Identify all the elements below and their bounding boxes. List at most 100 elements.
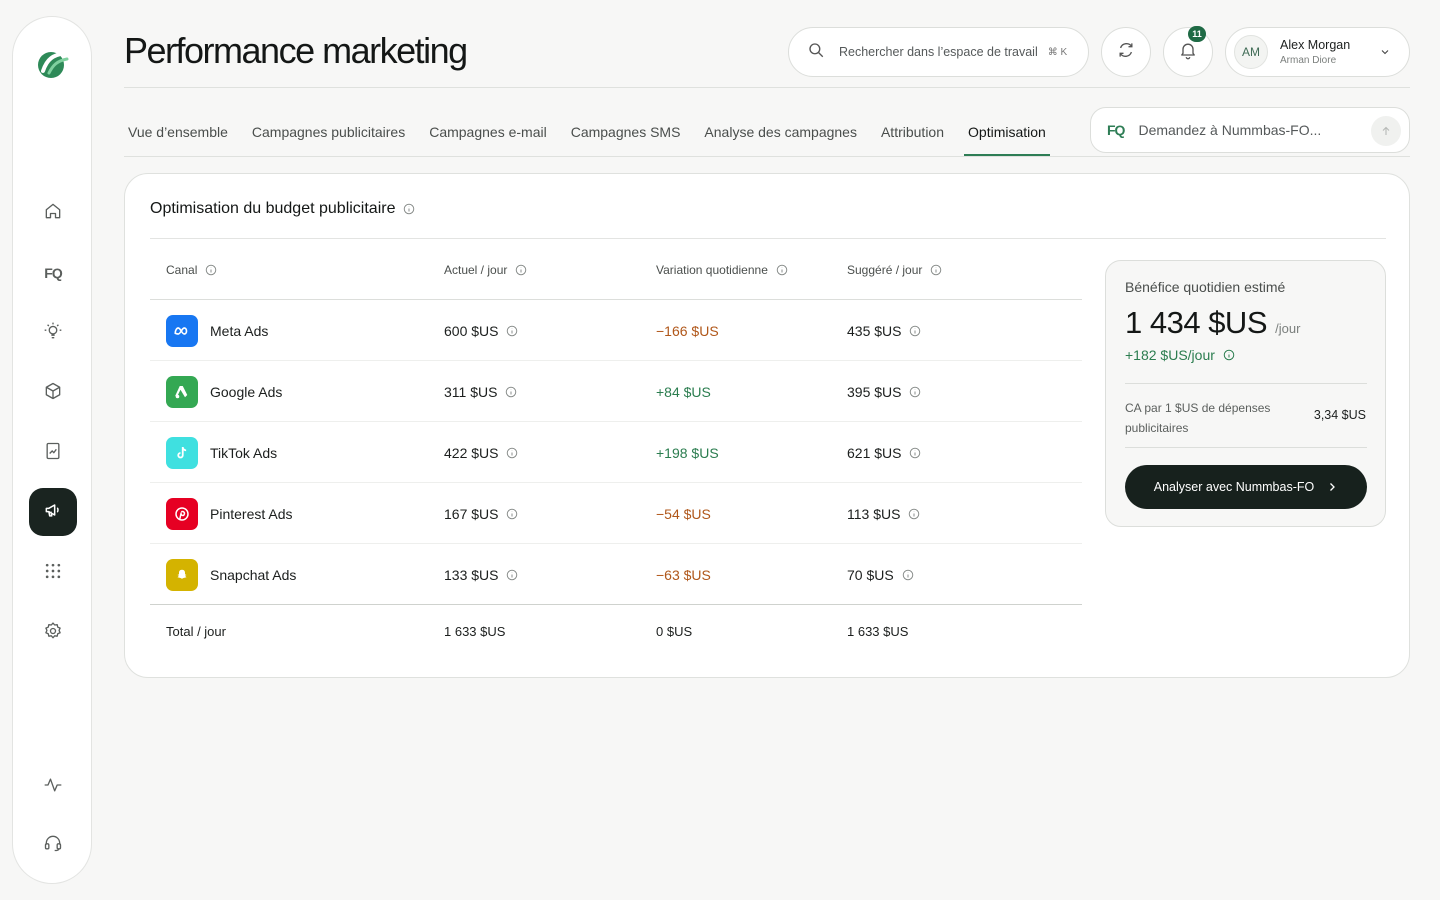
table-row[interactable]: Snapchat Ads 133 $US −63 $US 70 $US: [150, 544, 1082, 605]
report-icon: [43, 441, 63, 466]
assistant-input[interactable]: FQ Demandez à Nummbas-FO...: [1090, 107, 1410, 153]
meta-icon: [166, 314, 198, 347]
tab-overview[interactable]: Vue d’ensemble: [124, 108, 232, 156]
column-header-suggested: Suggéré / jour: [847, 263, 942, 277]
suggested-cell: 621 $US: [847, 422, 921, 483]
info-icon[interactable]: [205, 264, 217, 276]
avatar: AM: [1234, 35, 1268, 69]
total-label: Total / jour: [166, 623, 226, 639]
nav-apps[interactable]: [29, 549, 77, 597]
suggested-cell: 113 $US: [847, 483, 920, 544]
suggested-value: 70 $US: [847, 566, 894, 583]
box-icon: [43, 381, 63, 406]
current-value: 311 $US: [444, 383, 498, 400]
tab-sms-campaigns[interactable]: Campagnes SMS: [567, 108, 685, 156]
variation-cell: −166 $US: [656, 322, 719, 339]
column-label: Suggéré / jour: [847, 263, 923, 277]
analyze-button[interactable]: Analyser avec Nummbas-FO: [1125, 465, 1367, 509]
notifications-button[interactable]: 11: [1163, 26, 1213, 77]
nav-insights[interactable]: [29, 309, 77, 357]
info-icon[interactable]: [909, 447, 921, 459]
keyboard-shortcut: ⌘ K: [1047, 46, 1068, 58]
send-button[interactable]: [1371, 116, 1401, 146]
total-suggested: 1 633 $US: [847, 623, 909, 639]
channel-name: Meta Ads: [210, 322, 269, 339]
table-row[interactable]: TikTok Ads 422 $US +198 $US 621 $US: [150, 422, 1082, 483]
notification-count-badge: 11: [1188, 26, 1206, 42]
current-cell: 600 $US: [444, 300, 518, 361]
channel-cell: Meta Ads: [166, 300, 268, 361]
activity-icon: [43, 775, 63, 800]
total-current: 1 633 $US: [444, 623, 506, 639]
profit-unit: /jour: [1275, 321, 1301, 336]
profit-delta: +182 $US/jour: [1125, 347, 1235, 363]
sidebar: FQ: [12, 16, 92, 884]
variation-cell: +84 $US: [656, 383, 711, 400]
info-icon[interactable]: [515, 264, 527, 276]
tab-optimization[interactable]: Optimisation: [964, 108, 1050, 156]
info-icon[interactable]: [909, 325, 921, 337]
headset-icon: [43, 833, 63, 858]
tab-email-campaigns[interactable]: Campagnes e-mail: [425, 108, 551, 156]
table-row[interactable]: Pinterest Ads 167 $US −54 $US 113 $US: [150, 483, 1082, 544]
suggested-value: 395 $US: [847, 383, 902, 400]
card-title-text: Optimisation du budget publicitaire: [150, 200, 396, 217]
info-icon[interactable]: [505, 386, 517, 398]
snapchat-icon: [166, 558, 198, 591]
info-icon[interactable]: [506, 325, 518, 337]
info-icon[interactable]: [902, 569, 914, 581]
current-value: 167 $US: [444, 505, 499, 522]
column-header-variation: Variation quotidienne: [656, 263, 788, 277]
nav-reports[interactable]: [29, 429, 77, 477]
table-row[interactable]: Google Ads 311 $US +84 $US 395 $US: [150, 361, 1082, 422]
info-icon[interactable]: [1223, 349, 1235, 361]
roi-label: CA par 1 $US de dépenses publicitaires: [1125, 401, 1271, 435]
refresh-button[interactable]: [1101, 27, 1151, 77]
search-input[interactable]: Rechercher dans l’espace de travail ⌘ K: [788, 27, 1089, 77]
info-icon[interactable]: [909, 386, 921, 398]
channel-cell: Google Ads: [166, 361, 282, 422]
nav-home[interactable]: [29, 189, 77, 237]
nav-fo-assistant[interactable]: FQ: [29, 249, 77, 297]
table-header: Canal Actuel / jour Variation quotidienn…: [150, 239, 1082, 300]
current-value: 133 $US: [444, 566, 499, 583]
nav-settings[interactable]: [29, 609, 77, 657]
suggested-value: 435 $US: [847, 322, 902, 339]
info-icon[interactable]: [506, 508, 518, 520]
grid-icon: [43, 561, 63, 586]
nav-marketing[interactable]: [29, 488, 77, 536]
nav-activity[interactable]: [29, 763, 77, 811]
user-menu[interactable]: AM Alex Morgan Arman Diore: [1225, 27, 1410, 77]
pinterest-icon: [166, 497, 198, 530]
info-icon[interactable]: [908, 508, 920, 520]
nav-products[interactable]: [29, 369, 77, 417]
tab-attribution[interactable]: Attribution: [877, 108, 948, 156]
info-icon[interactable]: [403, 203, 415, 215]
info-icon[interactable]: [506, 569, 518, 581]
total-variation: 0 $US: [656, 623, 693, 639]
suggested-cell: 70 $US: [847, 544, 914, 605]
budget-optimization-card: Optimisation du budget publicitaire Cana…: [124, 173, 1410, 678]
roi-value: 3,34 $US: [1313, 408, 1366, 422]
variation-cell: −63 $US: [656, 566, 711, 583]
card-title: Optimisation du budget publicitaire: [150, 200, 415, 218]
suggested-value: 621 $US: [847, 444, 902, 461]
info-icon[interactable]: [776, 264, 788, 276]
google-ads-icon: [166, 375, 198, 408]
current-cell: 311 $US: [444, 361, 517, 422]
arrow-up-icon: [1382, 126, 1390, 135]
tab-ad-campaigns[interactable]: Campagnes publicitaires: [248, 108, 409, 156]
variation-cell: +198 $US: [656, 444, 719, 461]
info-icon[interactable]: [930, 264, 942, 276]
tab-bar: Vue d’ensemble Campagnes publicitaires C…: [124, 108, 1066, 156]
profit-value: 1 434 $US /jour: [1125, 305, 1300, 341]
current-value: 422 $US: [444, 444, 499, 461]
suggested-value: 113 $US: [847, 505, 901, 522]
tab-campaign-analysis[interactable]: Analyse des campagnes: [700, 108, 861, 156]
total-row: Total / jour 1 633 $US 0 $US 1 633 $US: [150, 605, 1082, 657]
fo-icon: FQ: [44, 265, 62, 281]
nav-support[interactable]: [29, 821, 77, 869]
brand-logo-icon[interactable]: [35, 45, 71, 81]
table-row[interactable]: Meta Ads 600 $US −166 $US 435 $US: [150, 300, 1082, 361]
info-icon[interactable]: [506, 447, 518, 459]
